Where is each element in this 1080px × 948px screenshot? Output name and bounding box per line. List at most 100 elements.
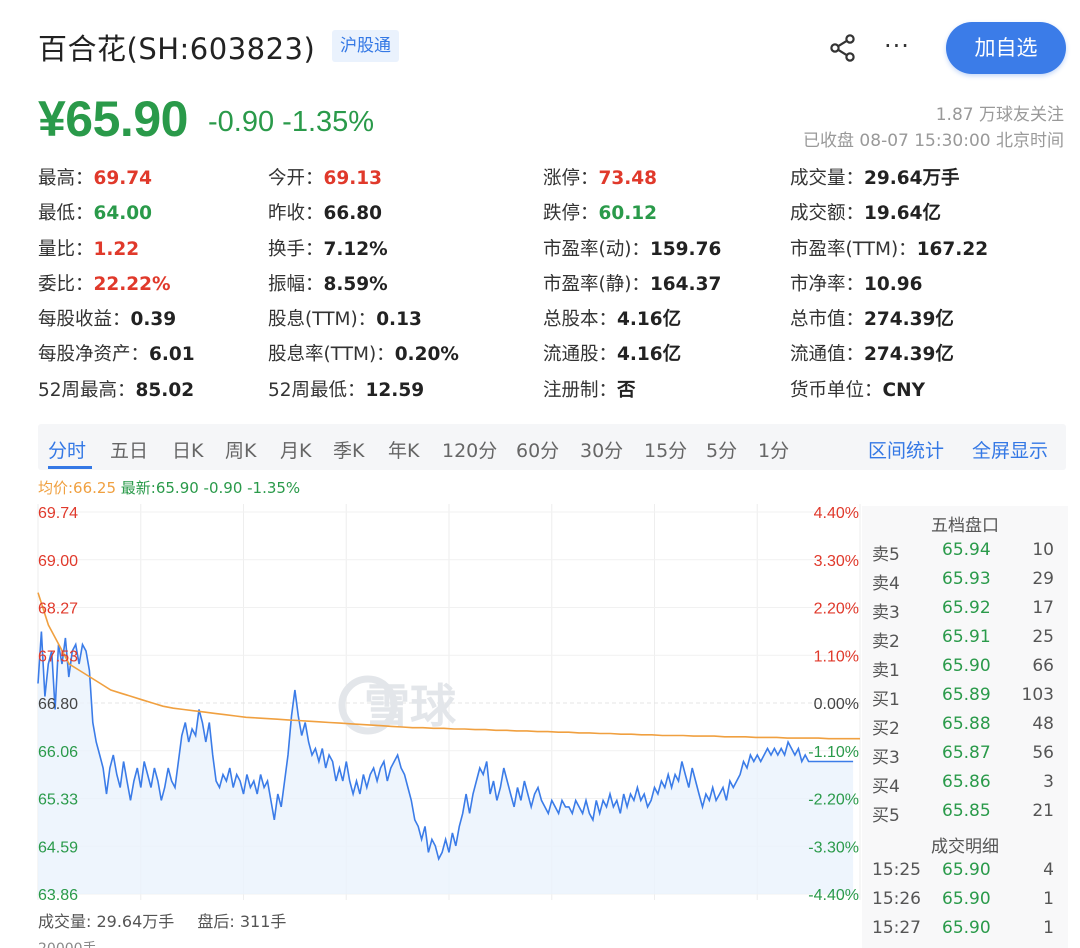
order-side: 买2 bbox=[872, 719, 900, 739]
quote-row: 委比：22.22% 振幅：8.59% 市盈率(静)：164.37 市净率：10.96 bbox=[38, 270, 1068, 305]
order-price: 65.92 bbox=[942, 598, 991, 618]
after-hours-label: 盘后: 311手 bbox=[197, 912, 287, 931]
quote-row: 最高：69.74 今开：69.13 涨停：73.48 成交量：29.64万手 bbox=[38, 164, 1068, 199]
tab-6[interactable]: 年K bbox=[388, 436, 419, 463]
y-tick-label: 67.53 bbox=[38, 648, 78, 665]
connect-badge[interactable]: 沪股通 bbox=[332, 30, 399, 62]
quote-cell: 市盈率(动)：159.76 bbox=[543, 235, 721, 261]
order-side: 卖5 bbox=[872, 545, 900, 565]
tab-11[interactable]: 5分 bbox=[706, 436, 737, 463]
quote-row: 量比：1.22 换手：7.12% 市盈率(动)：159.76 市盈率(TTM)：167… bbox=[38, 235, 1068, 270]
quote-value: 0.39 bbox=[130, 309, 177, 331]
order-side: 买3 bbox=[872, 748, 900, 768]
quote-cell: 52周最低：12.59 bbox=[268, 376, 424, 402]
quote-value: 66.80 bbox=[323, 203, 383, 225]
share-icon[interactable] bbox=[830, 34, 856, 62]
quote-label: 52周最高： bbox=[38, 379, 136, 401]
order-volume: 3 bbox=[1043, 772, 1054, 792]
intraday-chart[interactable]: 雪球69.7469.0068.2767.5366.8066.0665.3364.… bbox=[0, 500, 862, 900]
tab-8[interactable]: 60分 bbox=[516, 436, 559, 463]
quote-label: 流通股： bbox=[543, 344, 618, 366]
tab-4[interactable]: 月K bbox=[280, 436, 311, 463]
tab-1[interactable]: 五日 bbox=[110, 436, 148, 463]
order-side: 卖3 bbox=[872, 603, 900, 623]
quote-value: 10.96 bbox=[864, 273, 923, 295]
order-price: 65.93 bbox=[942, 569, 991, 589]
quote-label: 成交量： bbox=[790, 168, 865, 189]
quote-value: 167.22 bbox=[916, 238, 989, 260]
quote-value: 85.02 bbox=[135, 379, 195, 401]
tab-5[interactable]: 季K bbox=[333, 436, 364, 463]
quote-label: 注册制： bbox=[543, 379, 618, 401]
quote-value: 69.13 bbox=[323, 168, 383, 189]
trades-title: 成交明细 bbox=[931, 837, 999, 857]
y-tick-label: 65.33 bbox=[38, 792, 78, 809]
avg-price-label: 均价:66.25 bbox=[38, 479, 116, 497]
tab-3[interactable]: 周K bbox=[225, 436, 256, 463]
quote-value: 4.16亿 bbox=[617, 344, 682, 366]
tab-12[interactable]: 1分 bbox=[758, 436, 789, 463]
fullscreen-link[interactable]: 全屏显示 bbox=[972, 436, 1048, 463]
orderbook-title: 五档盘口 bbox=[931, 516, 999, 536]
trade-price: 65.90 bbox=[942, 860, 991, 880]
quote-cell: 股息率(TTM)：0.20% bbox=[268, 340, 459, 366]
more-icon[interactable]: ··· bbox=[884, 32, 910, 60]
orderbook-row: 卖3 65.92 17 bbox=[862, 598, 1068, 627]
quote-cell: 52周最高：85.02 bbox=[38, 376, 194, 402]
quote-label: 总市值： bbox=[790, 309, 865, 331]
order-volume: 48 bbox=[1032, 714, 1054, 734]
tab-0[interactable]: 分时 bbox=[48, 436, 86, 463]
trade-time: 15:27 bbox=[872, 918, 921, 938]
quote-value: 4.16亿 bbox=[617, 309, 682, 331]
orderbook-row: 卖1 65.90 66 bbox=[862, 656, 1068, 685]
stock-title: 百合花(SH:603823) bbox=[38, 32, 316, 66]
y-tick-label: 66.06 bbox=[38, 744, 78, 761]
quote-value: 1.22 bbox=[93, 238, 140, 260]
tab-9[interactable]: 30分 bbox=[580, 436, 623, 463]
quote-label: 股息率(TTM)： bbox=[268, 344, 395, 366]
active-tab-indicator bbox=[48, 466, 92, 469]
y-tick-pct-label: 1.10% bbox=[814, 648, 859, 665]
quote-value: 29.64万手 bbox=[864, 168, 960, 189]
quote-cell: 振幅：8.59% bbox=[268, 270, 388, 296]
quote-grid: 最高：69.74 今开：69.13 涨停：73.48 成交量：29.64万手 最低：64… bbox=[38, 164, 1068, 411]
quote-cell: 每股收益：0.39 bbox=[38, 305, 176, 331]
trade-time: 15:25 bbox=[872, 860, 921, 880]
quote-cell: 最低：64.00 bbox=[38, 199, 152, 225]
quote-cell: 货币单位：CNY bbox=[790, 376, 925, 402]
tab-7[interactable]: 120分 bbox=[442, 436, 497, 463]
y-tick-label: 64.59 bbox=[38, 839, 78, 856]
quote-label: 振幅： bbox=[268, 273, 324, 295]
quote-label: 涨停： bbox=[543, 168, 599, 189]
quote-cell: 注册制：否 bbox=[543, 376, 636, 402]
order-side: 卖4 bbox=[872, 574, 900, 594]
volume-axis-label: 20000手 bbox=[38, 938, 97, 948]
tab-2[interactable]: 日K bbox=[172, 436, 203, 463]
price-area bbox=[38, 631, 854, 894]
quote-value: 274.39亿 bbox=[864, 344, 954, 366]
orderbook-row: 卖4 65.93 29 bbox=[862, 569, 1068, 598]
y-tick-pct-label: 2.20% bbox=[814, 601, 859, 618]
y-tick-pct-label: -3.30% bbox=[808, 839, 859, 856]
order-volume: 103 bbox=[1021, 685, 1054, 705]
quote-label: 跌停： bbox=[543, 203, 599, 225]
order-price: 65.88 bbox=[942, 714, 991, 734]
quote-cell: 涨停：73.48 bbox=[543, 164, 657, 190]
range-stats-link[interactable]: 区间统计 bbox=[868, 436, 944, 463]
quote-value: CNY bbox=[882, 379, 925, 401]
order-side: 买5 bbox=[872, 806, 900, 826]
order-price: 65.89 bbox=[942, 685, 991, 705]
order-volume: 17 bbox=[1032, 598, 1054, 618]
trade-time: 15:26 bbox=[872, 889, 921, 909]
order-side: 卖1 bbox=[872, 661, 900, 681]
quote-cell: 成交额：19.64亿 bbox=[790, 199, 941, 225]
y-tick-pct-label: 3.30% bbox=[814, 553, 859, 570]
tab-10[interactable]: 15分 bbox=[644, 436, 687, 463]
add-watchlist-button[interactable]: 加自选 bbox=[946, 22, 1066, 74]
quote-label: 每股净资产： bbox=[38, 344, 150, 366]
order-price: 65.87 bbox=[942, 743, 991, 763]
orderbook-row: 卖5 65.94 10 bbox=[862, 540, 1068, 569]
y-tick-label: 69.74 bbox=[38, 505, 78, 522]
order-volume: 21 bbox=[1032, 801, 1054, 821]
trade-volume: 1 bbox=[1043, 889, 1054, 909]
